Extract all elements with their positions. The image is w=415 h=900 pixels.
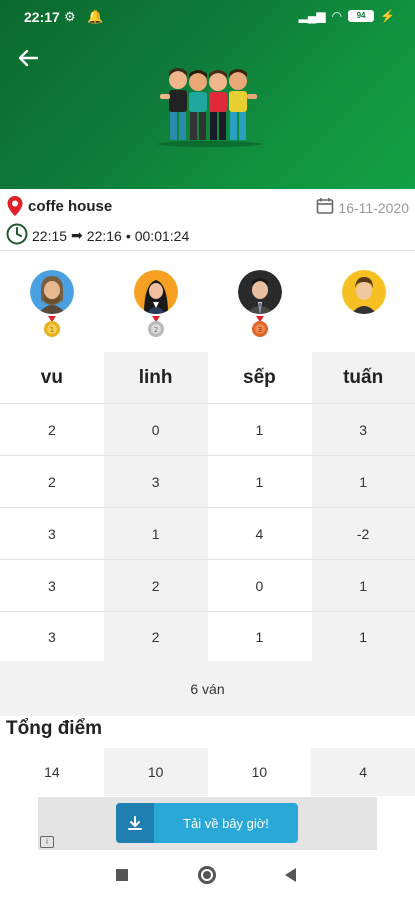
player-name: linh — [138, 366, 173, 388]
charging-icon: ⚡ — [380, 9, 395, 23]
status-bar: 22:17 ⚙ 🔔 ▂▄▆ ◠ 94 ⚡ — [0, 0, 415, 34]
table-header-row: vu linh sếp tuấn — [0, 352, 415, 404]
nav-back-icon[interactable] — [285, 868, 296, 882]
score-cell: 2 — [47, 421, 56, 438]
score-cell: 1 — [359, 577, 368, 594]
table-row[interactable]: 3 2 1 1 — [0, 612, 415, 661]
signal-icon: ▂▄▆ — [298, 9, 326, 23]
score-cell: 2 — [151, 577, 160, 594]
total-cell: 10 — [251, 764, 268, 780]
score-cell: -2 — [356, 525, 370, 542]
ad-info-icon[interactable]: i — [40, 836, 54, 848]
score-cell: 3 — [47, 525, 56, 542]
svg-text:2: 2 — [154, 326, 158, 334]
status-time: 22:17 — [24, 9, 60, 25]
score-cell: 3 — [151, 473, 160, 490]
player-name: tuấn — [343, 366, 384, 388]
avatar[interactable] — [238, 270, 282, 314]
rounds-count: 6 ván — [0, 661, 415, 716]
table-row[interactable]: 2 3 1 1 — [0, 456, 415, 508]
avatar[interactable] — [30, 270, 74, 314]
score-cell: 1 — [359, 628, 368, 645]
back-arrow-icon[interactable] — [18, 48, 46, 72]
recent-apps-icon[interactable] — [116, 869, 128, 881]
score-cell: 3 — [359, 421, 368, 438]
system-nav-bar — [0, 851, 415, 900]
bronze-medal-icon: 3 — [251, 316, 269, 338]
header-banner: 22:17 ⚙ 🔔 ▂▄▆ ◠ 94 ⚡ — [0, 0, 415, 189]
score-cell: 2 — [47, 473, 56, 490]
total-score-title: Tổng điểm — [6, 718, 103, 739]
wifi-icon: ◠ — [331, 9, 343, 23]
location-name: coffe house — [28, 197, 113, 215]
ad-banner[interactable]: Tải về bây giờ! i — [38, 797, 377, 850]
player-name: sếp — [243, 366, 276, 388]
start-time: 22:15 — [32, 227, 68, 244]
totals-row: 14 10 10 4 — [0, 748, 415, 796]
end-time: 22:16 — [86, 227, 122, 244]
download-now-button[interactable]: Tải về bây giờ! — [116, 803, 298, 843]
separator-dot: • — [125, 227, 131, 244]
score-cell: 3 — [47, 628, 56, 645]
clock-icon — [6, 223, 28, 248]
table-row[interactable]: 3 1 4 -2 — [0, 508, 415, 560]
location-row: coffe house — [6, 195, 112, 217]
score-cell: 2 — [151, 628, 160, 645]
avatar[interactable] — [342, 270, 386, 314]
player-avatars: 1 2 3 — [0, 262, 415, 350]
status-right-icons: ▂▄▆ ◠ 94 ⚡ — [299, 9, 395, 23]
svg-text:1: 1 — [50, 326, 54, 334]
svg-text:3: 3 — [258, 326, 262, 334]
score-cell: 1 — [255, 628, 264, 645]
session-info: coffe house 16-11-2020 22:15 ➡ 22:16 • 0… — [0, 189, 415, 251]
calendar-icon — [316, 197, 334, 218]
map-pin-icon — [6, 195, 24, 217]
session-date: 16-11-2020 — [338, 199, 409, 216]
score-cell: 4 — [255, 525, 264, 542]
score-cell: 0 — [151, 421, 160, 438]
download-icon — [116, 803, 154, 843]
player-avatar-cell[interactable] — [312, 262, 415, 350]
download-now-label: Tải về bây giờ! — [183, 815, 269, 831]
score-cell: 1 — [359, 473, 368, 490]
score-cell: 1 — [255, 421, 264, 438]
game-score-screen: 22:17 ⚙ 🔔 ▂▄▆ ◠ 94 ⚡ coffe house 16-11-2… — [0, 0, 415, 900]
total-cell: 4 — [311, 748, 415, 796]
arrow-right-icon: ➡ — [71, 227, 83, 243]
gold-medal-icon: 1 — [43, 316, 61, 338]
player-name: vu — [40, 366, 63, 388]
score-cell: 1 — [151, 525, 160, 542]
player-avatar-cell[interactable]: 2 — [104, 262, 208, 350]
duration: 00:01:24 — [134, 227, 190, 244]
battery-icon: 94 — [348, 10, 375, 22]
friends-illustration — [150, 60, 270, 150]
score-cell: 1 — [255, 473, 264, 490]
total-cell: 10 — [103, 748, 208, 796]
score-cell: 3 — [47, 577, 56, 594]
time-row: 22:15 ➡ 22:16 • 00:01:24 — [6, 223, 189, 248]
notification-icons: ⚙ 🔔 — [64, 9, 108, 24]
silver-medal-icon: 2 — [147, 316, 165, 338]
table-row[interactable]: 3 2 0 1 — [0, 560, 415, 612]
score-cell: 0 — [255, 577, 264, 594]
player-avatar-cell[interactable]: 3 — [208, 262, 312, 350]
table-row[interactable]: 2 0 1 3 — [0, 404, 415, 456]
avatar[interactable] — [134, 270, 178, 314]
date-row: 16-11-2020 — [316, 197, 409, 218]
home-icon[interactable] — [198, 866, 216, 884]
player-avatar-cell[interactable]: 1 — [0, 262, 104, 350]
total-cell: 14 — [44, 764, 60, 780]
